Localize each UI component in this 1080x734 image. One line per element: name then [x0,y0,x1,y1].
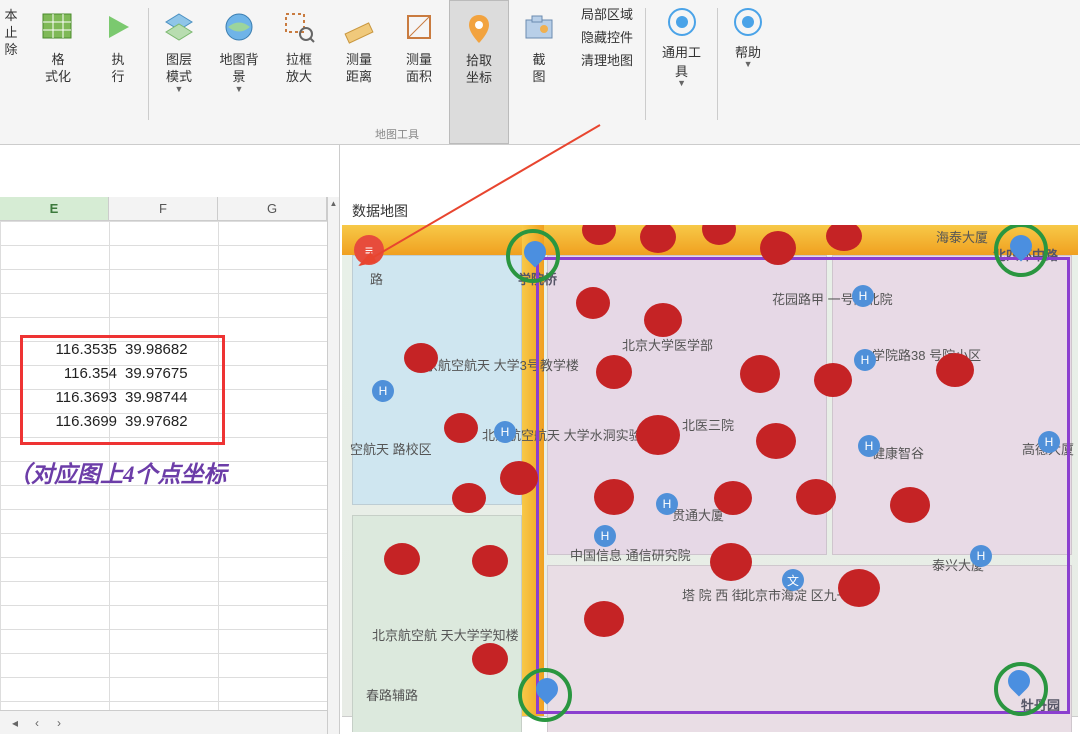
map-label: 路 [370,269,383,288]
handwritten-annotation: （对应图上4个点坐标 [8,455,227,489]
map-label: 北京航空航 天大学学知楼 [372,625,519,644]
annotation-red-dot [756,423,796,459]
map-panel[interactable]: 数据地图 ≡ 学院桥 路 北四环中路 海泰大厦 花园路甲 一号院北院 学院路38… [340,145,1080,734]
table-row: 116.35439.97675 [30,365,205,389]
help-button[interactable]: 帮助 ▼ [718,0,778,144]
workspace: E F G ▲ 116.353539.98682 116.35439.97675… [0,145,1080,734]
col-header-E[interactable]: E [0,197,109,220]
execute-button[interactable]: 执 行 [88,0,148,144]
ribbon-toolbar: 本 止 除 格 式化 执 行 图层 模式 ▼ 地图背 景 ▼ [0,0,1080,145]
camera-icon [520,8,558,46]
chevron-down-icon: ▼ [175,84,184,94]
measure-dist-button[interactable]: 测量 距离 [329,0,389,144]
annotation-green-circle [518,668,572,722]
annotation-red-dot [384,543,420,575]
scroll-up-icon[interactable]: ▲ [328,197,339,209]
tools-button[interactable]: 通用工 具 ▼ [646,0,717,144]
poi-icon: H [372,380,394,402]
format-button[interactable]: 格 式化 [28,0,88,144]
annotation-red-dot [644,303,682,337]
annotation-green-circle [994,662,1048,716]
chevron-down-icon: ▼ [235,84,244,94]
annotation-red-dot [814,363,852,397]
annotation-red-dot [636,415,680,455]
annotation-red-dot [710,543,752,581]
map-label: 海泰大厦 [936,227,988,246]
annotation-red-dot [444,413,478,443]
pick-coord-button[interactable]: 拾取 坐标 [449,0,509,144]
layer-mode-button[interactable]: 图层 模式 ▼ [149,0,209,144]
annotation-red-dot [936,353,974,387]
col-header-F[interactable]: F [109,197,218,220]
play-icon [99,8,137,46]
table-row: 116.353539.98682 [30,341,205,365]
annotation-red-dot [838,569,880,607]
map-title: 数据地图 [352,201,408,221]
annotation-red-dot [890,487,930,523]
spreadsheet-panel[interactable]: E F G ▲ 116.353539.98682 116.35439.97675… [0,145,340,734]
map-canvas[interactable]: ≡ 学院桥 路 北四环中路 海泰大厦 花园路甲 一号院北院 学院路38 号院小区… [342,225,1078,732]
table-row: 116.369939.97682 [30,413,205,437]
chevron-down-icon: ▼ [677,78,686,88]
screenshot-button[interactable]: 截 图 [509,0,569,144]
annotation-red-dot [584,601,624,637]
ribbon-left-fragment: 本 止 除 [0,0,28,144]
layers-icon [160,8,198,46]
table-row: 116.369339.98744 [30,389,205,413]
annotation-red-dot [472,643,508,675]
annotation-red-dot [796,479,836,515]
annotation-red-dot [760,231,796,265]
zoom-box-button[interactable]: 拉框 放大 [269,0,329,144]
col-header-G[interactable]: G [218,197,327,220]
annotation-red-dot [594,479,634,515]
format-icon [39,8,77,46]
sub-local-button[interactable]: 局部区域 [581,4,633,23]
ruler-icon [340,8,378,46]
coords-table: 116.353539.98682 116.35439.97675 116.369… [30,341,205,437]
annotation-green-circle [506,229,560,283]
annotation-red-dot [500,461,538,495]
annotation-red-dot [714,481,752,515]
measure-area-button[interactable]: 测量 面积 [389,0,449,144]
sheet-tabs: ◂ ‹ › [0,710,327,734]
ribbon-group-label: 地图工具 [375,126,419,142]
annotation-red-dot [576,287,610,319]
annotation-red-dot [452,483,486,513]
sheet-nav-prev-icon[interactable]: ‹ [30,716,44,730]
map-label: 春路辅路 [366,685,418,704]
sub-hide-button[interactable]: 隐藏控件 [581,27,633,46]
poi-icon: H [494,421,516,443]
radio-icon [734,8,762,36]
sheet-nav-next-icon[interactable]: › [52,716,66,730]
ribbon-sub-options: 局部区域 隐藏控件 清理地图 [569,0,645,144]
area-icon [400,8,438,46]
radio-icon [668,8,696,36]
map-bg-button[interactable]: 地图背 景 ▼ [209,0,269,144]
scroll-spacer: ▲ [327,197,339,734]
zoom-box-icon [280,8,318,46]
annotation-red-dot [472,545,508,577]
sheet-nav-first-icon[interactable]: ◂ [8,716,22,730]
col-headers: E F G [0,197,327,221]
map-menu-button[interactable]: ≡ [354,235,384,265]
globe-icon [220,8,258,46]
annotation-red-dot [596,355,632,389]
annotation-red-dot [404,343,438,373]
annotation-red-dot [740,355,780,393]
annotation-green-circle [994,225,1048,277]
sub-clear-button[interactable]: 清理地图 [581,50,633,69]
chevron-down-icon: ▼ [744,59,753,69]
pin-icon [460,9,498,47]
map-label: 空航天 路校区 [350,439,432,458]
